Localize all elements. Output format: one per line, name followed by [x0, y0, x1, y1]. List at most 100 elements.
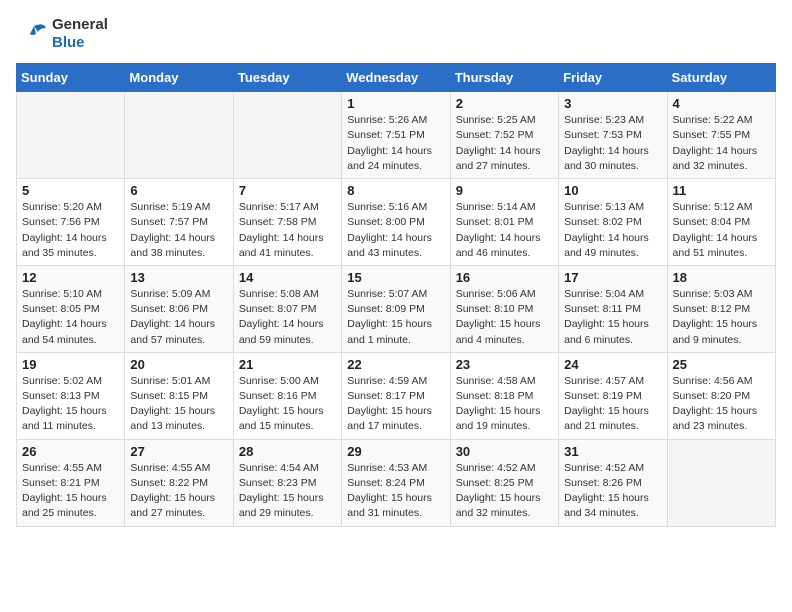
- calendar-week-row: 5 Sunrise: 5:20 AMSunset: 7:56 PMDaylight…: [17, 179, 776, 266]
- day-number: 17: [564, 270, 661, 285]
- day-number: 16: [456, 270, 553, 285]
- day-info: Sunrise: 5:22 AMSunset: 7:55 PMDaylight:…: [673, 113, 770, 174]
- day-number: 30: [456, 444, 553, 459]
- day-info: Sunrise: 5:14 AMSunset: 8:01 PMDaylight:…: [456, 200, 553, 261]
- weekday-header-tuesday: Tuesday: [233, 64, 341, 92]
- day-number: 5: [22, 183, 119, 198]
- day-info: Sunrise: 5:04 AMSunset: 8:11 PMDaylight:…: [564, 287, 661, 348]
- day-info: Sunrise: 4:58 AMSunset: 8:18 PMDaylight:…: [456, 374, 553, 435]
- calendar-cell: 1 Sunrise: 5:26 AMSunset: 7:51 PMDaylight…: [342, 92, 450, 179]
- day-info: Sunrise: 5:13 AMSunset: 8:02 PMDaylight:…: [564, 200, 661, 261]
- day-info: Sunrise: 4:56 AMSunset: 8:20 PMDaylight:…: [673, 374, 770, 435]
- page-header: General Blue: [16, 16, 776, 51]
- calendar-cell: 28 Sunrise: 4:54 AMSunset: 8:23 PMDayligh…: [233, 439, 341, 526]
- calendar-cell: 30 Sunrise: 4:52 AMSunset: 8:25 PMDayligh…: [450, 439, 558, 526]
- calendar-cell: [125, 92, 233, 179]
- day-number: 31: [564, 444, 661, 459]
- day-number: 25: [673, 357, 770, 372]
- calendar-cell: 10Sunrise: 5:13 AMSunset: 8:02 PMDayligh…: [559, 179, 667, 266]
- weekday-header-monday: Monday: [125, 64, 233, 92]
- day-number: 1: [347, 96, 444, 111]
- calendar-cell: 2 Sunrise: 5:25 AMSunset: 7:52 PMDaylight…: [450, 92, 558, 179]
- day-number: 8: [347, 183, 444, 198]
- day-info: Sunrise: 5:16 AMSunset: 8:00 PMDaylight:…: [347, 200, 444, 261]
- day-info: Sunrise: 4:53 AMSunset: 8:24 PMDaylight:…: [347, 461, 444, 522]
- day-info: Sunrise: 5:20 AMSunset: 7:56 PMDaylight:…: [22, 200, 119, 261]
- calendar-cell: 29 Sunrise: 4:53 AMSunset: 8:24 PMDayligh…: [342, 439, 450, 526]
- logo-blue-text: Blue: [52, 34, 85, 51]
- day-number: 21: [239, 357, 336, 372]
- calendar-header: SundayMondayTuesdayWednesdayThursdayFrid…: [17, 64, 776, 92]
- calendar-cell: 23 Sunrise: 4:58 AMSunset: 8:18 PMDayligh…: [450, 352, 558, 439]
- day-number: 19: [22, 357, 119, 372]
- day-info: Sunrise: 5:19 AMSunset: 7:57 PMDaylight:…: [130, 200, 227, 261]
- calendar-cell: 31 Sunrise: 4:52 AMSunset: 8:26 PMDayligh…: [559, 439, 667, 526]
- day-number: 22: [347, 357, 444, 372]
- calendar-week-row: 19 Sunrise: 5:02 AMSunset: 8:13 PMDayligh…: [17, 352, 776, 439]
- calendar-cell: 20 Sunrise: 5:01 AMSunset: 8:15 PMDayligh…: [125, 352, 233, 439]
- calendar-cell: 5 Sunrise: 5:20 AMSunset: 7:56 PMDaylight…: [17, 179, 125, 266]
- logo-general-text: General: [52, 16, 108, 33]
- day-number: 28: [239, 444, 336, 459]
- day-number: 4: [673, 96, 770, 111]
- weekday-header-friday: Friday: [559, 64, 667, 92]
- day-number: 18: [673, 270, 770, 285]
- calendar-cell: 15 Sunrise: 5:07 AMSunset: 8:09 PMDayligh…: [342, 265, 450, 352]
- calendar-cell: 25 Sunrise: 4:56 AMSunset: 8:20 PMDayligh…: [667, 352, 775, 439]
- day-info: Sunrise: 4:52 AMSunset: 8:25 PMDaylight:…: [456, 461, 553, 522]
- day-info: Sunrise: 5:09 AMSunset: 8:06 PMDaylight:…: [130, 287, 227, 348]
- day-number: 3: [564, 96, 661, 111]
- day-info: Sunrise: 5:17 AMSunset: 7:58 PMDaylight:…: [239, 200, 336, 261]
- day-info: Sunrise: 5:08 AMSunset: 8:07 PMDaylight:…: [239, 287, 336, 348]
- calendar-cell: [17, 92, 125, 179]
- day-info: Sunrise: 4:59 AMSunset: 8:17 PMDaylight:…: [347, 374, 444, 435]
- day-info: Sunrise: 5:06 AMSunset: 8:10 PMDaylight:…: [456, 287, 553, 348]
- calendar-cell: 17 Sunrise: 5:04 AMSunset: 8:11 PMDayligh…: [559, 265, 667, 352]
- day-info: Sunrise: 5:25 AMSunset: 7:52 PMDaylight:…: [456, 113, 553, 174]
- calendar-cell: 21Sunrise: 5:00 AMSunset: 8:16 PMDayligh…: [233, 352, 341, 439]
- day-number: 11: [673, 183, 770, 198]
- weekday-header-thursday: Thursday: [450, 64, 558, 92]
- day-number: 23: [456, 357, 553, 372]
- day-info: Sunrise: 4:55 AMSunset: 8:22 PMDaylight:…: [130, 461, 227, 522]
- calendar-week-row: 12Sunrise: 5:10 AMSunset: 8:05 PMDayligh…: [17, 265, 776, 352]
- calendar-cell: 7 Sunrise: 5:17 AMSunset: 7:58 PMDaylight…: [233, 179, 341, 266]
- day-number: 29: [347, 444, 444, 459]
- calendar-cell: 12Sunrise: 5:10 AMSunset: 8:05 PMDayligh…: [17, 265, 125, 352]
- day-number: 9: [456, 183, 553, 198]
- day-number: 6: [130, 183, 227, 198]
- day-info: Sunrise: 5:03 AMSunset: 8:12 PMDaylight:…: [673, 287, 770, 348]
- day-info: Sunrise: 4:57 AMSunset: 8:19 PMDaylight:…: [564, 374, 661, 435]
- day-info: Sunrise: 5:07 AMSunset: 8:09 PMDaylight:…: [347, 287, 444, 348]
- day-number: 7: [239, 183, 336, 198]
- calendar-cell: 13 Sunrise: 5:09 AMSunset: 8:06 PMDayligh…: [125, 265, 233, 352]
- logo-bird-icon: [16, 18, 48, 50]
- day-info: Sunrise: 4:54 AMSunset: 8:23 PMDaylight:…: [239, 461, 336, 522]
- logo: General Blue: [16, 16, 108, 51]
- weekday-header-wednesday: Wednesday: [342, 64, 450, 92]
- weekday-header-row: SundayMondayTuesdayWednesdayThursdayFrid…: [17, 64, 776, 92]
- calendar-cell: 4 Sunrise: 5:22 AMSunset: 7:55 PMDaylight…: [667, 92, 775, 179]
- day-number: 24: [564, 357, 661, 372]
- calendar-cell: [667, 439, 775, 526]
- weekday-header-sunday: Sunday: [17, 64, 125, 92]
- day-info: Sunrise: 4:52 AMSunset: 8:26 PMDaylight:…: [564, 461, 661, 522]
- calendar-cell: [233, 92, 341, 179]
- day-info: Sunrise: 5:02 AMSunset: 8:13 PMDaylight:…: [22, 374, 119, 435]
- day-number: 15: [347, 270, 444, 285]
- calendar-cell: 16 Sunrise: 5:06 AMSunset: 8:10 PMDayligh…: [450, 265, 558, 352]
- calendar-body: 1 Sunrise: 5:26 AMSunset: 7:51 PMDaylight…: [17, 92, 776, 526]
- day-number: 14: [239, 270, 336, 285]
- day-info: Sunrise: 5:26 AMSunset: 7:51 PMDaylight:…: [347, 113, 444, 174]
- day-number: 13: [130, 270, 227, 285]
- calendar-cell: 14 Sunrise: 5:08 AMSunset: 8:07 PMDayligh…: [233, 265, 341, 352]
- day-info: Sunrise: 4:55 AMSunset: 8:21 PMDaylight:…: [22, 461, 119, 522]
- day-info: Sunrise: 5:01 AMSunset: 8:15 PMDaylight:…: [130, 374, 227, 435]
- day-number: 27: [130, 444, 227, 459]
- calendar-cell: 19 Sunrise: 5:02 AMSunset: 8:13 PMDayligh…: [17, 352, 125, 439]
- day-number: 20: [130, 357, 227, 372]
- calendar-cell: 18 Sunrise: 5:03 AMSunset: 8:12 PMDayligh…: [667, 265, 775, 352]
- day-number: 2: [456, 96, 553, 111]
- day-number: 12: [22, 270, 119, 285]
- calendar-cell: 27 Sunrise: 4:55 AMSunset: 8:22 PMDayligh…: [125, 439, 233, 526]
